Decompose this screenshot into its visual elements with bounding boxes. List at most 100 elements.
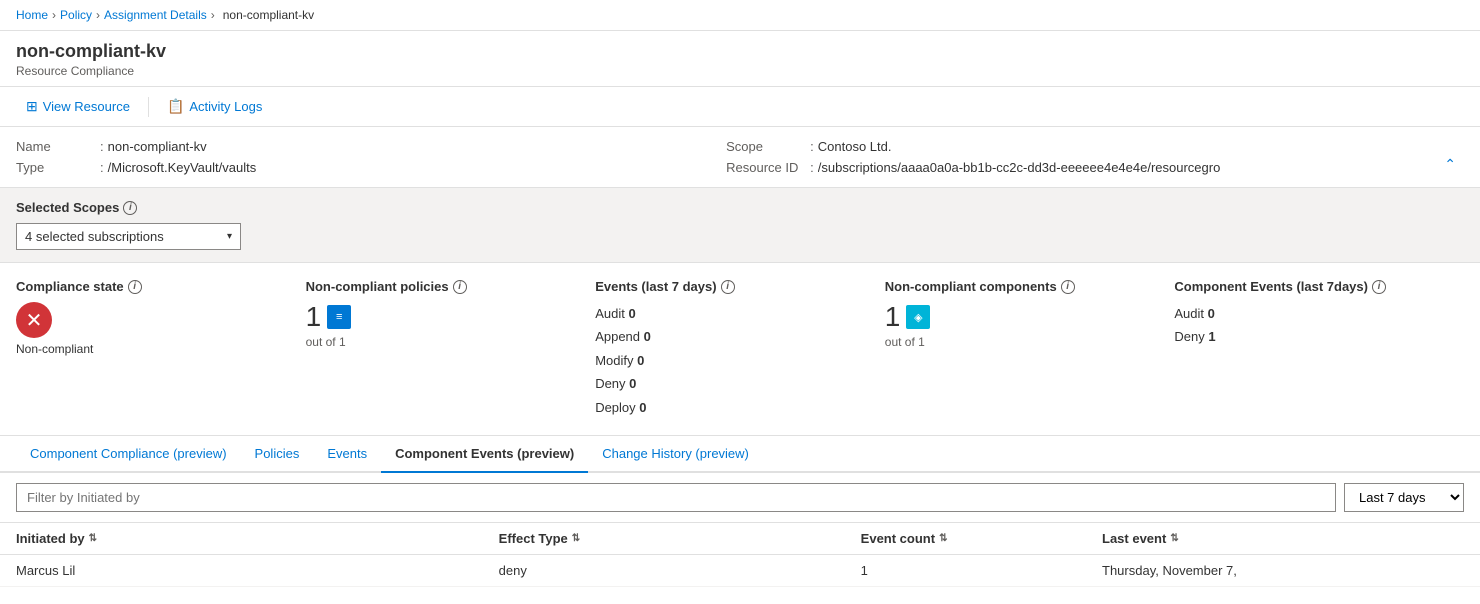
non-compliant-policies-title: Non-compliant policies i (306, 279, 576, 294)
info-row-type: Type : /Microsoft.KeyVault/vaults (16, 160, 726, 175)
activity-logs-button[interactable]: 📋 Activity Logs (157, 93, 272, 120)
noncompliant-icon: ✕ (16, 302, 52, 338)
tab-events[interactable]: Events (313, 436, 381, 473)
collapse-icon: ⌃ (1444, 156, 1456, 173)
toolbar-separator (148, 97, 149, 117)
view-resource-label: View Resource (43, 99, 130, 114)
filter-section: Last 7 days (0, 473, 1480, 523)
tab-policies[interactable]: Policies (241, 436, 314, 473)
scope-dropdown[interactable]: 4 selected subscriptions ▾ (16, 223, 241, 250)
col-header-initiated: Initiated by ⇅ (16, 531, 499, 546)
tabs-section: Component Compliance (preview) Policies … (0, 436, 1480, 473)
breadcrumb-current: non-compliant-kv (223, 8, 314, 22)
policy-icon: ≡ (327, 305, 351, 329)
resource-info-right: Scope : Contoso Ltd. Resource ID : /subs… (726, 139, 1436, 175)
resource-info: Name : non-compliant-kv Type : /Microsof… (0, 127, 1480, 188)
scopes-label: Selected Scopes i (16, 200, 1464, 215)
date-filter-select[interactable]: Last 7 days (1344, 483, 1464, 512)
scopes-title-text: Selected Scopes (16, 200, 119, 215)
noncompliant-label: Non-compliant (16, 342, 286, 356)
col-count-sort-icon[interactable]: ⇅ (939, 533, 947, 544)
table-section: Initiated by ⇅ Effect Type ⇅ Event count… (0, 523, 1480, 587)
component-icon: ◈ (906, 305, 930, 329)
tab-component-events[interactable]: Component Events (preview) (381, 436, 588, 473)
col-initiated-sort-icon[interactable]: ⇅ (89, 533, 97, 544)
modify-value: 0 (637, 353, 644, 368)
activity-logs-label: Activity Logs (189, 99, 262, 114)
col-header-last-event: Last event ⇅ (1102, 531, 1464, 546)
component-events-block: Component Events (last 7days) i Audit 0 … (1174, 279, 1464, 419)
view-resource-icon: ⊞ (26, 98, 38, 115)
breadcrumb-assignment-details[interactable]: Assignment Details (104, 8, 207, 22)
name-value: non-compliant-kv (108, 139, 207, 154)
non-compliant-policies-row: 1 ≡ (306, 302, 576, 333)
info-row-name: Name : non-compliant-kv (16, 139, 726, 154)
deny-value: 0 (629, 376, 636, 391)
info-row-scope: Scope : Contoso Ltd. (726, 139, 1436, 154)
non-compliant-components-sub: out of 1 (885, 335, 1155, 349)
col-last-event-sort-icon[interactable]: ⇅ (1170, 533, 1178, 544)
events-list: Audit 0 Append 0 Modify 0 Deny 0 Deploy … (595, 302, 865, 419)
non-compliant-components-value: 1 (885, 302, 901, 333)
tab-change-history[interactable]: Change History (preview) (588, 436, 763, 473)
scope-value: Contoso Ltd. (818, 139, 892, 154)
compliance-state-info-icon: i (128, 280, 142, 294)
tab-component-compliance[interactable]: Component Compliance (preview) (16, 436, 241, 473)
col-last-event-label: Last event (1102, 531, 1166, 546)
scopes-section: Selected Scopes i 4 selected subscriptio… (0, 188, 1480, 263)
breadcrumb-home[interactable]: Home (16, 8, 48, 22)
deploy-label: Deploy (595, 400, 635, 415)
col-header-effect: Effect Type ⇅ (499, 531, 861, 546)
events-block: Events (last 7 days) i Audit 0 Append 0 … (595, 279, 885, 419)
non-compliant-policies-sub: out of 1 (306, 335, 576, 349)
append-value: 0 (644, 329, 651, 344)
toolbar: ⊞ View Resource 📋 Activity Logs (0, 87, 1480, 127)
events-title: Events (last 7 days) i (595, 279, 865, 294)
comp-deny-label: Deny (1174, 329, 1204, 344)
resource-id-value: /subscriptions/aaaa0a0a-bb1b-cc2c-dd3d-e… (818, 160, 1221, 175)
view-resource-button[interactable]: ⊞ View Resource (16, 93, 140, 120)
compliance-state-block: Compliance state i ✕ Non-compliant (16, 279, 306, 419)
audit-value: 0 (628, 306, 635, 321)
non-compliant-policies-block: Non-compliant policies i 1 ≡ out of 1 (306, 279, 596, 419)
component-events-title-text: Component Events (last 7days) (1174, 279, 1368, 294)
cell-effect-type: deny (499, 563, 861, 578)
filter-input[interactable] (16, 483, 1336, 512)
info-row-resource-id: Resource ID : /subscriptions/aaaa0a0a-bb… (726, 160, 1436, 175)
scopes-info-icon: i (123, 201, 137, 215)
comp-audit-label: Audit (1174, 306, 1204, 321)
cell-initiated-by: Marcus Lil (16, 563, 499, 578)
collapse-button[interactable]: ⌃ (1436, 154, 1464, 175)
table-header: Initiated by ⇅ Effect Type ⇅ Event count… (0, 523, 1480, 555)
events-info-icon: i (721, 280, 735, 294)
non-compliant-components-block: Non-compliant components i 1 ◈ out of 1 (885, 279, 1175, 419)
non-compliant-policies-value: 1 (306, 302, 322, 333)
table-row: Marcus Lil deny 1 Thursday, November 7, (0, 555, 1480, 587)
col-initiated-by-label: Initiated by (16, 531, 85, 546)
stats-section: Compliance state i ✕ Non-compliant Non-c… (0, 263, 1480, 436)
deploy-value: 0 (639, 400, 646, 415)
col-effect-type-label: Effect Type (499, 531, 568, 546)
col-effect-sort-icon[interactable]: ⇅ (572, 533, 580, 544)
non-compliant-components-title: Non-compliant components i (885, 279, 1155, 294)
component-events-info-icon: i (1372, 280, 1386, 294)
col-header-count: Event count ⇅ (861, 531, 1102, 546)
breadcrumb-policy[interactable]: Policy (60, 8, 92, 22)
page-subtitle: Resource Compliance (16, 64, 1464, 78)
type-value: /Microsoft.KeyVault/vaults (108, 160, 257, 175)
component-events-title: Component Events (last 7days) i (1174, 279, 1444, 294)
cell-event-count: 1 (861, 563, 1102, 578)
activity-logs-icon: 📋 (167, 98, 184, 115)
non-compliant-policies-title-text: Non-compliant policies (306, 279, 449, 294)
non-compliant-components-title-text: Non-compliant components (885, 279, 1057, 294)
events-title-text: Events (last 7 days) (595, 279, 716, 294)
audit-label: Audit (595, 306, 625, 321)
cell-last-event: Thursday, November 7, (1102, 563, 1464, 578)
comp-audit-value: 0 (1208, 306, 1215, 321)
breadcrumb: Home › Policy › Assignment Details › non… (0, 0, 1480, 31)
comp-deny-value: 1 (1208, 329, 1215, 344)
deny-label: Deny (595, 376, 625, 391)
modify-label: Modify (595, 353, 633, 368)
page-header: non-compliant-kv Resource Compliance (0, 31, 1480, 87)
chevron-down-icon: ▾ (227, 231, 232, 242)
